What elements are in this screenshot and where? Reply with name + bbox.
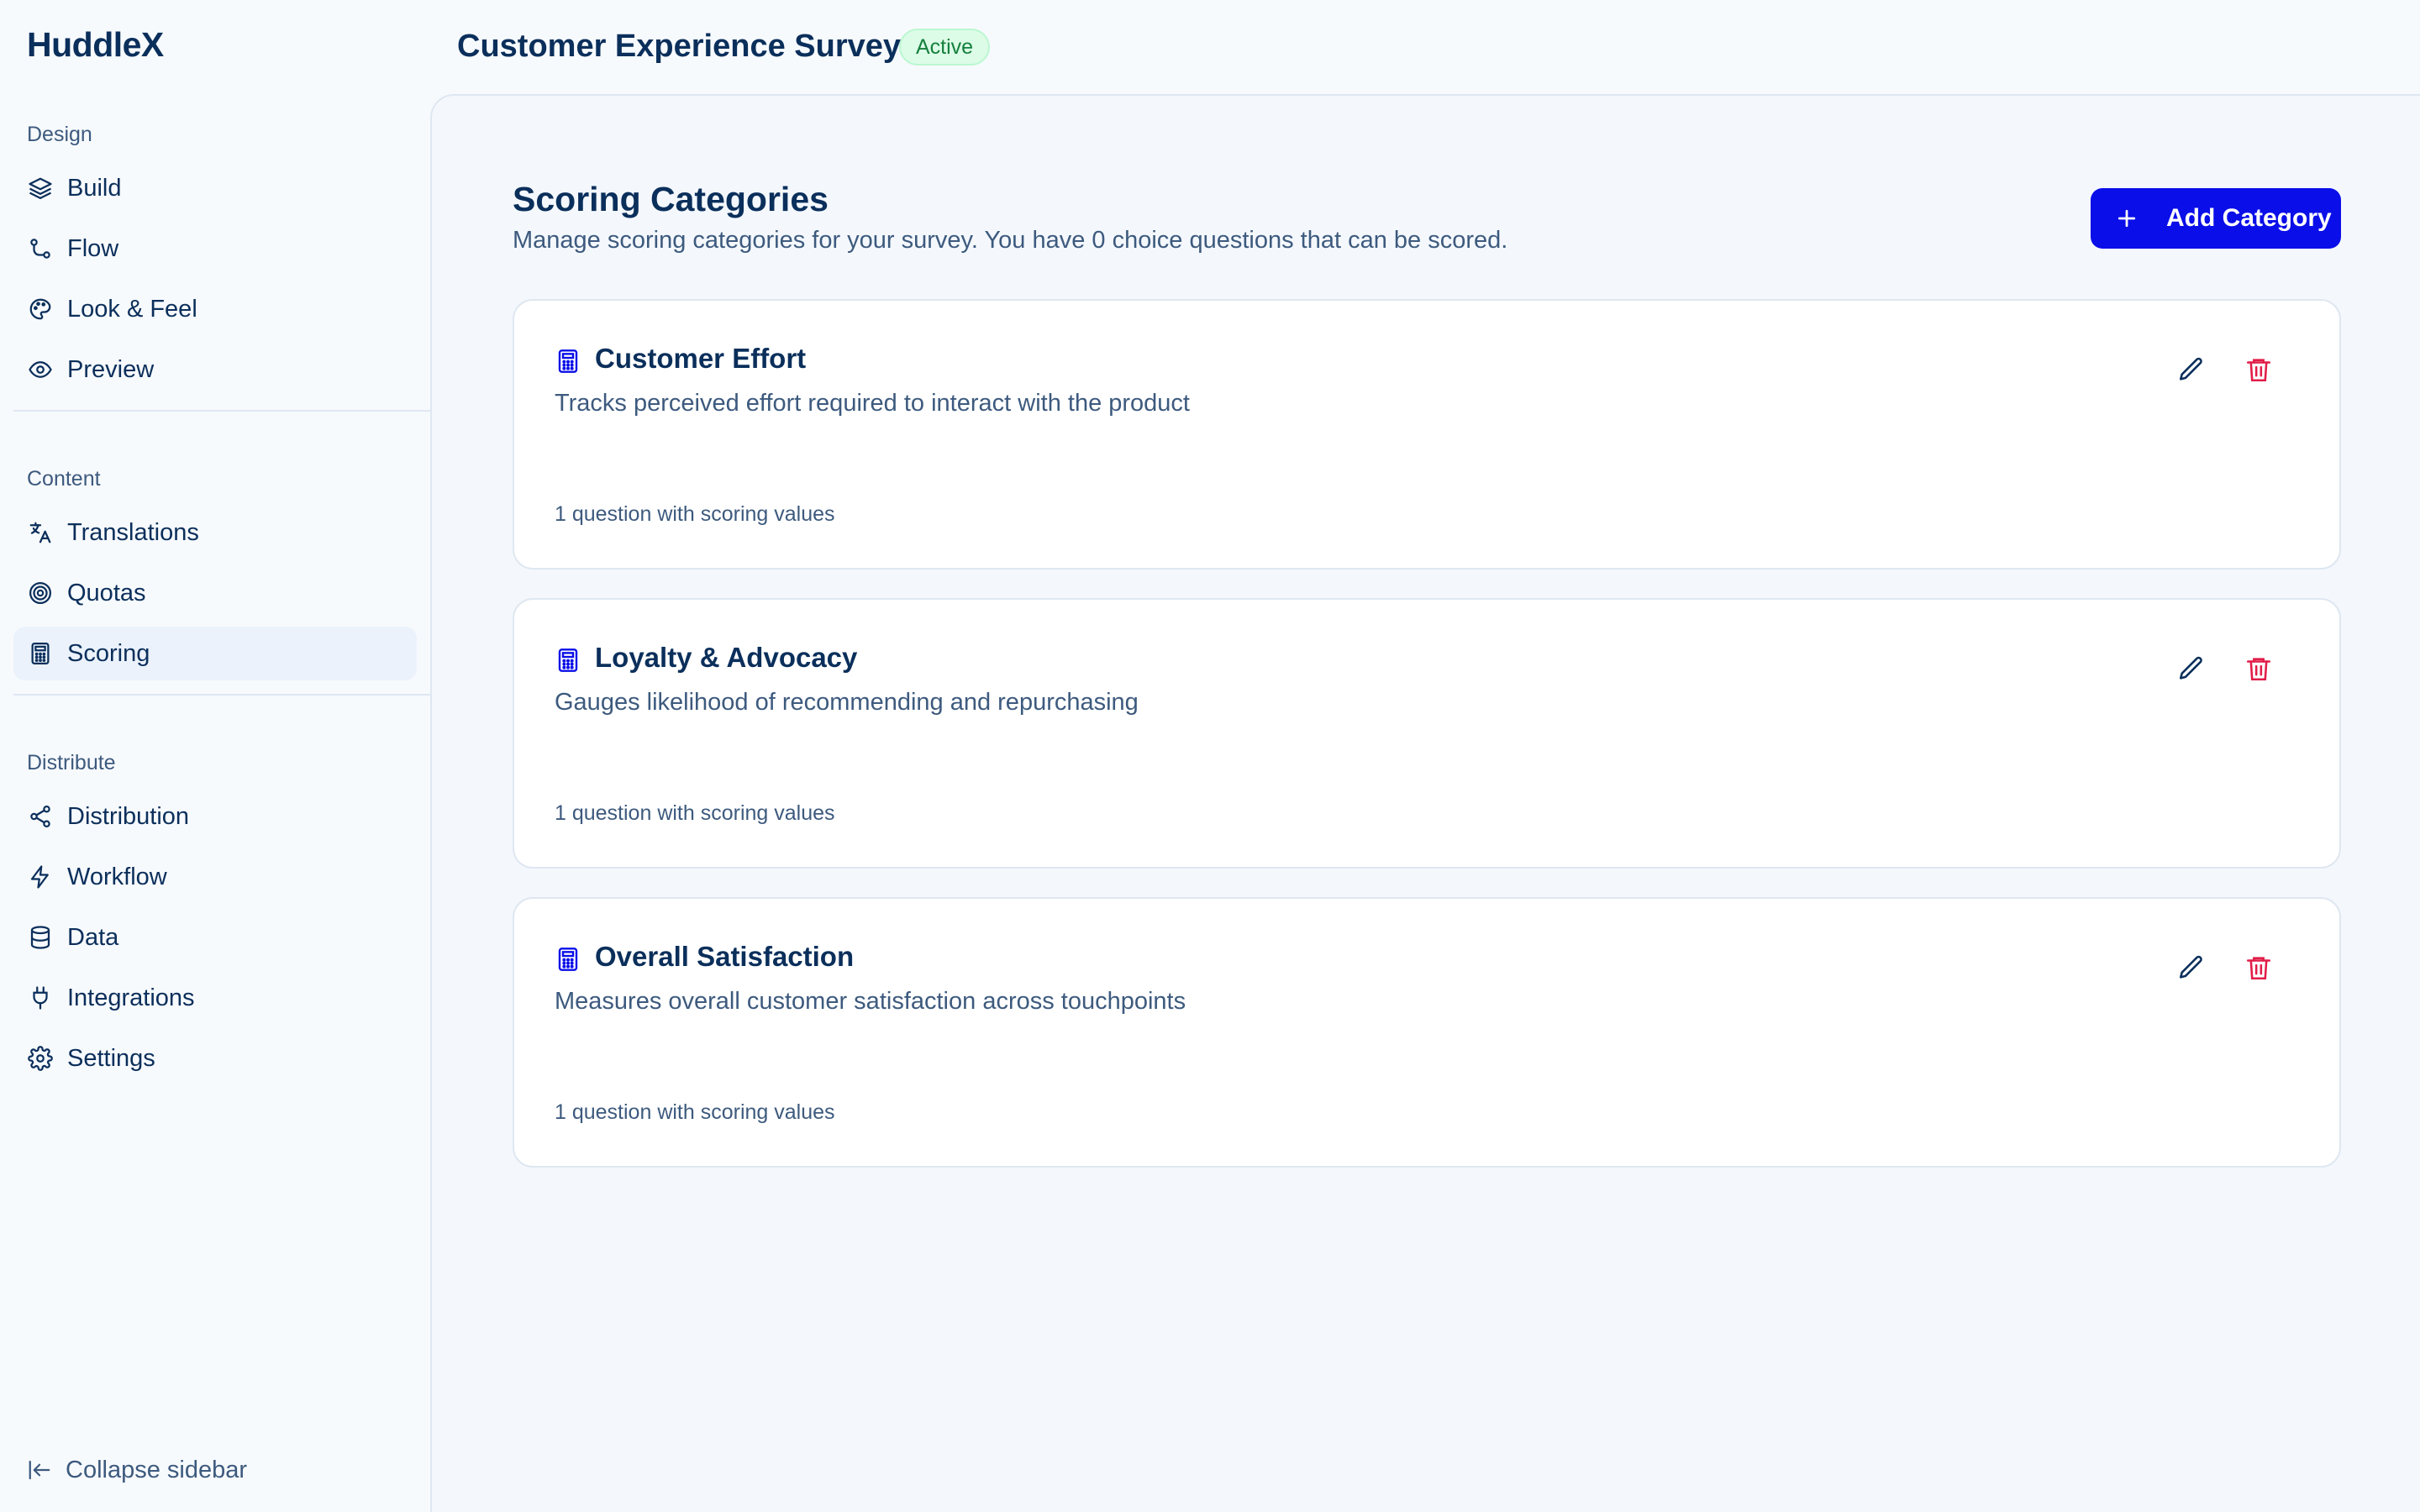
add-category-button[interactable]: Add Category bbox=[2091, 188, 2341, 249]
section-label-design: Design bbox=[27, 123, 92, 146]
pencil-icon bbox=[2179, 357, 2202, 381]
collapse-left-icon bbox=[29, 1460, 50, 1480]
sidebar-item-label: Integrations bbox=[67, 984, 195, 1011]
target-icon bbox=[27, 580, 54, 606]
category-question-count: 1 question with scoring values bbox=[555, 502, 835, 526]
sidebar-item-integrations[interactable]: Integrations bbox=[13, 971, 417, 1025]
section-label-content: Content bbox=[27, 467, 101, 491]
category-card: Loyalty & Advocacy Gauges likelihood of … bbox=[513, 598, 2341, 869]
sidebar-item-look-feel[interactable]: Look & Feel bbox=[13, 282, 417, 336]
sidebar: HuddleX Design Build Flow Look & Feel Pr… bbox=[0, 0, 430, 1512]
sidebar-divider bbox=[13, 694, 430, 696]
category-description: Tracks perceived effort required to inte… bbox=[555, 390, 1190, 417]
add-category-label: Add Category bbox=[2166, 204, 2332, 232]
trash-icon bbox=[2246, 658, 2271, 681]
category-description: Gauges likelihood of recommending and re… bbox=[555, 689, 1139, 716]
collapse-sidebar-button[interactable]: Collapse sidebar bbox=[27, 1453, 247, 1487]
delete-category-button[interactable] bbox=[2240, 351, 2277, 388]
sidebar-item-scoring[interactable]: Scoring bbox=[13, 627, 417, 680]
category-question-count: 1 question with scoring values bbox=[555, 1100, 835, 1124]
sidebar-item-label: Data bbox=[67, 923, 119, 951]
delete-category-button[interactable] bbox=[2240, 650, 2277, 687]
sidebar-item-label: Preview bbox=[67, 355, 155, 383]
sidebar-divider bbox=[13, 410, 430, 412]
page-subtitle: Manage scoring categories for your surve… bbox=[513, 227, 1508, 254]
eye-icon bbox=[27, 356, 54, 383]
sidebar-item-flow[interactable]: Flow bbox=[13, 222, 417, 276]
database-icon bbox=[27, 924, 54, 951]
sidebar-item-build[interactable]: Build bbox=[13, 161, 417, 215]
sidebar-item-label: Scoring bbox=[67, 639, 150, 667]
palette-icon bbox=[27, 296, 54, 323]
main-panel: Scoring Categories Manage scoring catego… bbox=[430, 94, 2420, 1512]
trash-icon bbox=[2246, 359, 2271, 382]
category-card: Customer Effort Tracks perceived effort … bbox=[513, 299, 2341, 570]
plug-icon bbox=[27, 984, 54, 1011]
delete-category-button[interactable] bbox=[2240, 949, 2277, 986]
edit-category-button[interactable] bbox=[2173, 351, 2210, 388]
category-description: Measures overall customer satisfaction a… bbox=[555, 988, 1186, 1015]
sidebar-item-label: Settings bbox=[67, 1044, 155, 1072]
sidebar-item-label: Translations bbox=[67, 518, 199, 546]
app-root: HuddleX Design Build Flow Look & Feel Pr… bbox=[0, 0, 2420, 1512]
calculator-icon bbox=[555, 647, 581, 674]
sidebar-item-label: Quotas bbox=[67, 579, 146, 606]
sidebar-item-data[interactable]: Data bbox=[13, 911, 417, 964]
sidebar-item-preview[interactable]: Preview bbox=[13, 343, 417, 396]
calculator-icon bbox=[555, 348, 581, 375]
sidebar-item-workflow[interactable]: Workflow bbox=[13, 850, 417, 904]
share-icon bbox=[27, 803, 54, 830]
category-title: Loyalty & Advocacy bbox=[595, 642, 858, 673]
sidebar-item-label: Workflow bbox=[67, 863, 167, 890]
sidebar-item-label: Build bbox=[67, 174, 122, 202]
sidebar-item-translations[interactable]: Translations bbox=[13, 506, 417, 559]
sidebar-item-distribution[interactable]: Distribution bbox=[13, 790, 417, 843]
edit-category-button[interactable] bbox=[2173, 650, 2210, 687]
sidebar-item-label: Look & Feel bbox=[67, 295, 197, 323]
calculator-icon bbox=[555, 946, 581, 973]
pencil-icon bbox=[2179, 656, 2202, 680]
pencil-icon bbox=[2179, 955, 2202, 979]
calculator-icon bbox=[27, 640, 54, 667]
survey-title: Customer Experience Survey bbox=[457, 29, 902, 64]
page-title: Scoring Categories bbox=[513, 180, 829, 218]
layers-icon bbox=[27, 175, 54, 202]
section-label-distribute: Distribute bbox=[27, 751, 116, 774]
sidebar-item-quotas[interactable]: Quotas bbox=[13, 566, 417, 620]
category-question-count: 1 question with scoring values bbox=[555, 801, 835, 825]
sidebar-item-label: Flow bbox=[67, 234, 119, 262]
category-card: Overall Satisfaction Measures overall cu… bbox=[513, 897, 2341, 1168]
category-title: Customer Effort bbox=[595, 343, 807, 374]
sidebar-item-label: Distribution bbox=[67, 802, 190, 830]
category-title: Overall Satisfaction bbox=[595, 941, 855, 972]
top-header: Customer Experience Survey Active bbox=[430, 0, 2420, 94]
translate-icon bbox=[27, 519, 54, 546]
status-badge: Active bbox=[899, 29, 991, 66]
collapse-sidebar-label: Collapse sidebar bbox=[66, 1456, 248, 1483]
trash-icon bbox=[2246, 957, 2271, 980]
lightning-icon bbox=[27, 864, 54, 890]
sidebar-item-settings[interactable]: Settings bbox=[13, 1032, 417, 1085]
brand-logo[interactable]: HuddleX bbox=[27, 25, 164, 65]
edit-category-button[interactable] bbox=[2173, 949, 2210, 986]
route-icon bbox=[27, 235, 54, 262]
gear-icon bbox=[27, 1045, 54, 1072]
plus-icon bbox=[2118, 209, 2136, 228]
